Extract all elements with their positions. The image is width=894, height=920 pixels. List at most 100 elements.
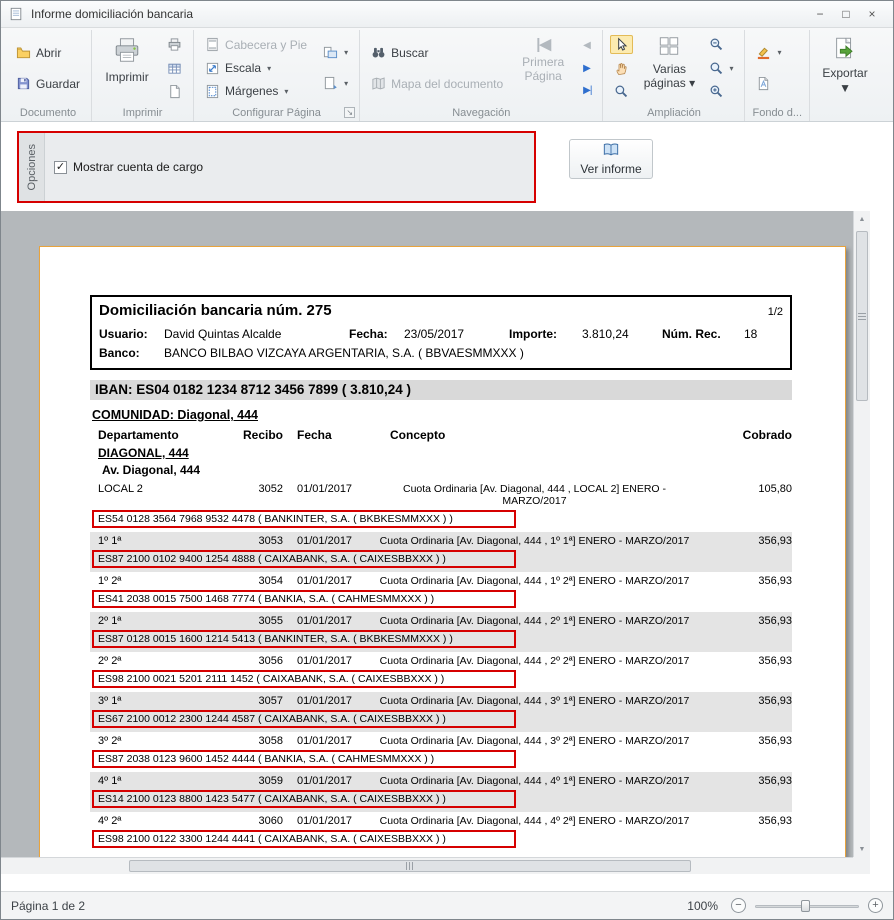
options-panel-annotated: Opciones ✓ Mostrar cuenta de cargo <box>17 131 536 203</box>
ribbon-group-exportar: Exportar ▼ <box>810 30 880 121</box>
export-button-label: Exportar <box>816 67 874 81</box>
quick-print-button[interactable] <box>163 35 186 54</box>
zoom-tool-button[interactable] <box>610 82 633 101</box>
show-account-checkbox[interactable]: ✓ <box>54 161 67 174</box>
previous-page-button[interactable]: ◀ <box>579 38 594 53</box>
zoom-in-button-statusbar[interactable]: + <box>868 898 883 913</box>
group-title: DIAGONAL, 444 <box>90 442 792 461</box>
row-cobrado: 356,93 <box>697 575 792 587</box>
row-concepto: Cuota Ordinaria [Av. Diagonal, 444 , LOC… <box>372 483 697 507</box>
first-page-button[interactable]: |◀ Primera Página <box>511 31 575 105</box>
row-recibo: 3059 <box>225 775 283 787</box>
ribbon-group-label-documento: Documento <box>8 105 88 121</box>
page-orientation-button[interactable]: ▾ <box>319 43 352 62</box>
print-button-label: Imprimir <box>98 71 156 85</box>
document-map-button[interactable]: Mapa del documento <box>367 74 507 93</box>
chevron-down-icon: ▾ <box>284 87 288 96</box>
row-departamento: 2º 2ª <box>90 655 225 667</box>
row-account-iban-annotated: ES14 2100 0123 8800 1423 5477 ( CAIXABAN… <box>92 790 516 808</box>
ribbon-group-fondo: ▾ Fondo d... <box>745 30 810 121</box>
row-fecha: 01/01/2017 <box>283 695 372 707</box>
zoom-dropdown-button[interactable]: ▾ <box>705 59 737 78</box>
row-cobrado: 356,93 <box>697 535 792 547</box>
row-fecha: 01/01/2017 <box>283 535 372 547</box>
row-departamento: LOCAL 2 <box>90 483 225 507</box>
column-cobrado: Cobrado <box>697 428 792 442</box>
zoom-in-button[interactable] <box>705 82 728 101</box>
vertical-scroll-track[interactable] <box>854 227 870 841</box>
row-concepto: Cuota Ordinaria [Av. Diagonal, 444 , 3º … <box>372 735 697 747</box>
last-page-button[interactable]: ▶| <box>579 83 595 98</box>
row-account-line: ES87 0128 0015 1600 1214 5413 ( BANKINTE… <box>90 627 792 652</box>
zoom-slider-thumb[interactable] <box>801 900 810 912</box>
ribbon-group-navegacion: Buscar Mapa del documento |◀ Primera Pág… <box>360 30 603 121</box>
maximize-button[interactable]: □ <box>833 7 859 21</box>
last-page-icon: ▶| <box>583 85 591 96</box>
row-departamento: 4º 1ª <box>90 775 225 787</box>
row-account-line: ES98 2100 0122 3300 1244 4441 ( CAIXABAN… <box>90 827 792 852</box>
row-departamento: 3º 2ª <box>90 735 225 747</box>
row-account-line: ES54 0128 3564 7968 9532 4478 ( BANKINTE… <box>90 507 792 532</box>
row-concepto: Cuota Ordinaria [Av. Diagonal, 444 , 4º … <box>372 775 697 787</box>
document-preview[interactable]: Domiciliación bancaria núm. 275 1/2 Usua… <box>1 211 870 874</box>
comunidad-heading: COMUNIDAD: Diagonal, 444 <box>90 408 792 422</box>
hand-tool-button[interactable] <box>610 59 633 78</box>
search-button[interactable]: Buscar <box>367 43 432 62</box>
header-footer-label: Cabecera y Pie <box>225 38 307 52</box>
preview-area: Domiciliación bancaria núm. 275 1/2 Usua… <box>1 211 893 891</box>
report-row: LOCAL 2 3052 01/01/2017 Cuota Ordinaria … <box>90 480 792 532</box>
paper-size-icon <box>323 76 338 91</box>
ribbon-group-imprimir: Imprimir <box>92 30 194 121</box>
zoom-out-button[interactable] <box>705 35 728 54</box>
scale-icon <box>205 61 220 76</box>
scale-button[interactable]: Escala ▾ <box>201 59 275 78</box>
fecha-value: 23/05/2017 <box>404 327 509 341</box>
multiple-pages-button[interactable]: Varias páginas ▾ <box>637 31 701 105</box>
page-setup-button[interactable] <box>163 82 186 101</box>
zoom-out-button-statusbar[interactable]: − <box>731 898 746 913</box>
vertical-scrollbar[interactable]: ▲ ▼ <box>853 211 870 857</box>
print-button[interactable]: Imprimir <box>95 31 159 105</box>
watermark-button[interactable] <box>752 74 775 93</box>
margins-icon <box>205 84 220 99</box>
pointer-tool-button[interactable] <box>610 35 633 54</box>
row-fecha: 01/01/2017 <box>283 483 372 507</box>
margins-button[interactable]: Márgenes ▾ <box>201 82 292 101</box>
row-recibo: 3053 <box>225 535 283 547</box>
quick-print-icon <box>167 37 182 52</box>
next-page-icon: ▶ <box>583 63 590 74</box>
scroll-down-button[interactable]: ▼ <box>854 841 870 857</box>
group-label-text: Configurar Página <box>232 107 321 119</box>
report-page-indicator: 1/2 <box>768 306 783 318</box>
zoom-slider[interactable] <box>755 899 859 913</box>
view-report-button[interactable]: Ver informe <box>569 139 653 179</box>
header-footer-button[interactable]: Cabecera y Pie <box>201 35 311 54</box>
page-setup-dialog-launcher-icon[interactable]: ↘ <box>344 107 355 118</box>
row-account-line: ES87 2038 0123 9600 1452 4444 ( BANKIA, … <box>90 747 792 772</box>
vertical-scroll-thumb[interactable] <box>856 231 868 401</box>
print-options-button[interactable] <box>163 59 186 78</box>
save-button[interactable]: Guardar <box>12 74 84 93</box>
report-content: Domiciliación bancaria núm. 275 1/2 Usua… <box>90 295 792 873</box>
close-button[interactable]: × <box>859 7 885 21</box>
num-rec-value: 18 <box>744 327 757 341</box>
scroll-up-button[interactable]: ▲ <box>854 211 870 227</box>
view-report-button-label: Ver informe <box>580 162 641 176</box>
row-recibo: 3058 <box>225 735 283 747</box>
multiple-pages-icon <box>658 35 680 60</box>
search-label: Buscar <box>391 46 428 60</box>
minimize-button[interactable]: − <box>807 7 833 21</box>
banco-label: Banco: <box>99 346 164 360</box>
zoom-percentage: 100% <box>687 899 718 913</box>
page-color-brush-icon <box>756 45 771 60</box>
row-recibo: 3060 <box>225 815 283 827</box>
horizontal-scrollbar[interactable] <box>1 857 853 874</box>
paper-size-button[interactable]: ▾ <box>319 74 352 93</box>
chevron-down-icon: ▾ <box>689 76 695 90</box>
open-button[interactable]: Abrir <box>12 43 65 62</box>
next-page-button[interactable]: ▶ <box>579 61 594 76</box>
horizontal-scroll-thumb[interactable] <box>129 860 691 872</box>
chevron-down-icon: ▾ <box>777 48 781 57</box>
export-button[interactable]: Exportar ▼ <box>813 31 877 119</box>
page-color-button[interactable]: ▾ <box>752 43 785 62</box>
